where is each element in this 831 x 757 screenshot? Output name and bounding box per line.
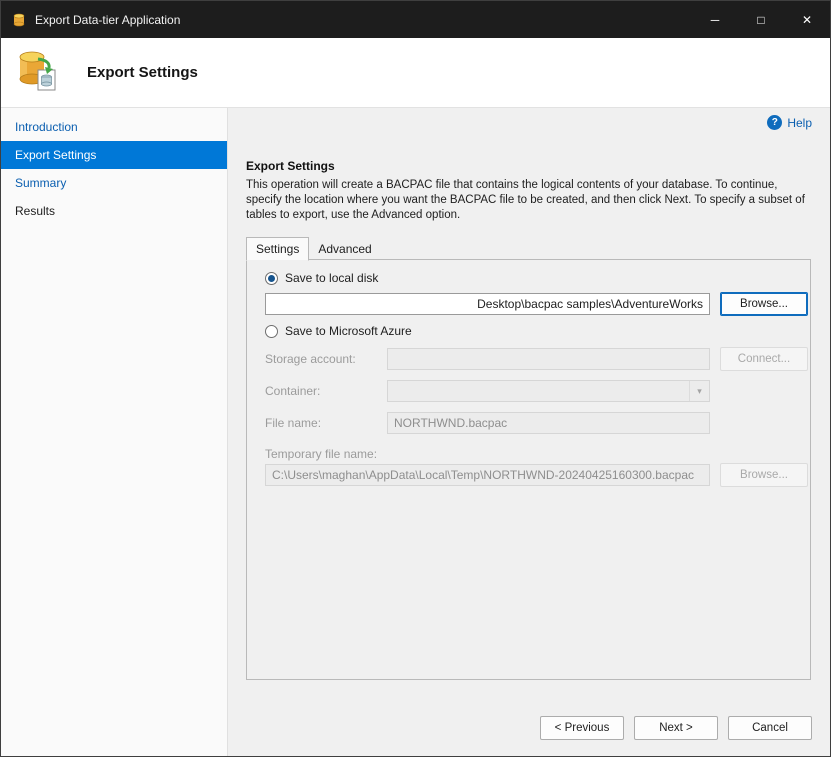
storage-account-input bbox=[387, 348, 710, 370]
window-controls: ─ □ ✕ bbox=[692, 1, 830, 38]
export-data-tier-window: Export Data-tier Application ─ □ ✕ Expor… bbox=[0, 0, 831, 757]
storage-account-label: Storage account: bbox=[265, 348, 356, 370]
section-description: This operation will create a BACPAC file… bbox=[246, 178, 812, 224]
cancel-button[interactable]: Cancel bbox=[728, 716, 812, 740]
settings-tabs: Settings Advanced bbox=[246, 237, 381, 260]
save-azure-label: Save to Microsoft Azure bbox=[285, 324, 412, 338]
titlebar[interactable]: Export Data-tier Application ─ □ ✕ bbox=[1, 1, 830, 38]
window-title: Export Data-tier Application bbox=[35, 13, 180, 27]
page-title: Export Settings bbox=[87, 64, 198, 81]
previous-button[interactable]: < Previous bbox=[540, 716, 624, 740]
local-disk-path-input[interactable] bbox=[265, 293, 710, 315]
maximize-button[interactable]: □ bbox=[738, 1, 784, 38]
wizard-header: Export Settings bbox=[1, 38, 830, 108]
file-name-label: File name: bbox=[265, 412, 321, 434]
save-azure-radio[interactable] bbox=[265, 325, 278, 338]
settings-panel: Save to local disk Browse... Save to Mic… bbox=[246, 259, 811, 680]
temp-file-input bbox=[265, 464, 710, 486]
help-link[interactable]: ? Help bbox=[767, 115, 812, 130]
help-icon: ? bbox=[767, 115, 782, 130]
sidebar-item-summary[interactable]: Summary bbox=[1, 169, 227, 197]
sidebar-item-export-settings[interactable]: Export Settings bbox=[1, 141, 227, 169]
temp-file-label: Temporary file name: bbox=[265, 443, 377, 465]
radio-selected-dot bbox=[268, 275, 275, 282]
wizard-footer: < Previous Next > Cancel bbox=[540, 716, 812, 740]
help-label: Help bbox=[787, 116, 812, 130]
save-local-disk-label: Save to local disk bbox=[285, 271, 378, 285]
section-title: Export Settings bbox=[246, 159, 335, 173]
save-local-disk-option: Save to local disk bbox=[265, 271, 378, 285]
sidebar-item-introduction[interactable]: Introduction bbox=[1, 113, 227, 141]
container-label: Container: bbox=[265, 380, 320, 402]
app-icon bbox=[11, 12, 27, 28]
main-content: ? Help Export Settings This operation wi… bbox=[228, 108, 830, 756]
save-azure-option: Save to Microsoft Azure bbox=[265, 324, 412, 338]
sidebar-item-results: Results bbox=[1, 197, 227, 225]
container-dropdown: ▾ bbox=[387, 380, 710, 402]
save-local-disk-radio[interactable] bbox=[265, 272, 278, 285]
browse-local-button[interactable]: Browse... bbox=[720, 292, 808, 316]
wizard-body: Introduction Export Settings Summary Res… bbox=[1, 108, 830, 756]
step-sidebar: Introduction Export Settings Summary Res… bbox=[1, 108, 228, 756]
tab-settings[interactable]: Settings bbox=[246, 237, 309, 261]
file-name-input bbox=[387, 412, 710, 434]
export-database-icon bbox=[14, 47, 60, 98]
chevron-down-icon: ▾ bbox=[689, 381, 709, 401]
browse-temp-button: Browse... bbox=[720, 463, 808, 487]
next-button[interactable]: Next > bbox=[634, 716, 718, 740]
close-button[interactable]: ✕ bbox=[784, 1, 830, 38]
tab-advanced[interactable]: Advanced bbox=[309, 237, 380, 260]
connect-button: Connect... bbox=[720, 347, 808, 371]
minimize-button[interactable]: ─ bbox=[692, 1, 738, 38]
